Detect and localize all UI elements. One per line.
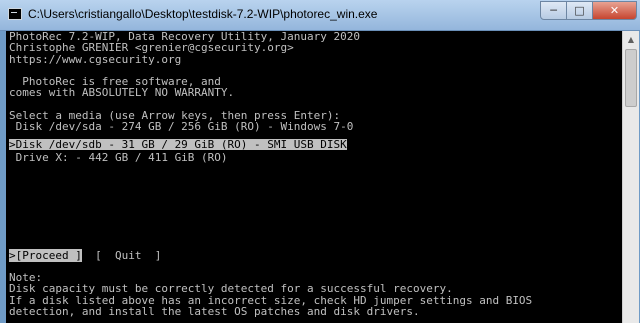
- console-app-icon: [8, 8, 22, 20]
- terminal-output: PhotoRec 7.2-WIP, Data Recovery Utility,…: [9, 31, 360, 163]
- scroll-up-icon[interactable]: ▲: [623, 31, 639, 48]
- media-item-sdb-selected[interactable]: >Disk /dev/sdb - 31 GB / 29 GiB (RO) - S…: [9, 138, 347, 150]
- minimize-button[interactable]: ─: [540, 1, 567, 20]
- window-title: C:\Users\cristiangallo\Desktop\testdisk-…: [28, 7, 378, 21]
- action-menu: >[Proceed ] [ Quit ]: [9, 249, 162, 262]
- header-line: comes with ABSOLUTELY NO WARRANTY.: [9, 86, 235, 100]
- vertical-scrollbar[interactable]: ▲: [622, 31, 639, 323]
- media-item-drive-x[interactable]: Drive X: - 442 GB / 411 GiB (RO): [9, 151, 360, 163]
- console-window: C:\Users\cristiangallo\Desktop\testdisk-…: [0, 0, 640, 323]
- header-line: https://www.cgsecurity.org: [9, 52, 182, 66]
- close-icon: ✕: [609, 4, 620, 17]
- close-button[interactable]: ✕: [592, 1, 637, 20]
- maximize-icon: □: [574, 4, 585, 17]
- menu-separator: [: [81, 249, 115, 262]
- quit-button[interactable]: Quit: [115, 249, 142, 262]
- header-line: Christophe GRENIER <grenier@cgsecurity.o…: [9, 41, 294, 55]
- media-item-sda[interactable]: Disk /dev/sda - 274 GB / 256 GiB (RO) - …: [9, 121, 360, 133]
- note-line: detection, and install the latest OS pat…: [9, 304, 420, 318]
- terminal-area[interactable]: PhotoRec 7.2-WIP, Data Recovery Utility,…: [6, 31, 622, 323]
- proceed-button[interactable]: >[Proceed ]: [9, 249, 82, 262]
- menu-bracket: ]: [141, 249, 162, 262]
- note-line: Disk capacity must be correctly detected…: [9, 282, 453, 296]
- note-section: Note: Disk capacity must be correctly de…: [9, 272, 532, 317]
- scrollbar-thumb[interactable]: [625, 49, 637, 107]
- title-bar[interactable]: C:\Users\cristiangallo\Desktop\testdisk-…: [0, 0, 640, 31]
- maximize-button[interactable]: □: [566, 1, 593, 20]
- minimize-icon: ─: [550, 4, 557, 17]
